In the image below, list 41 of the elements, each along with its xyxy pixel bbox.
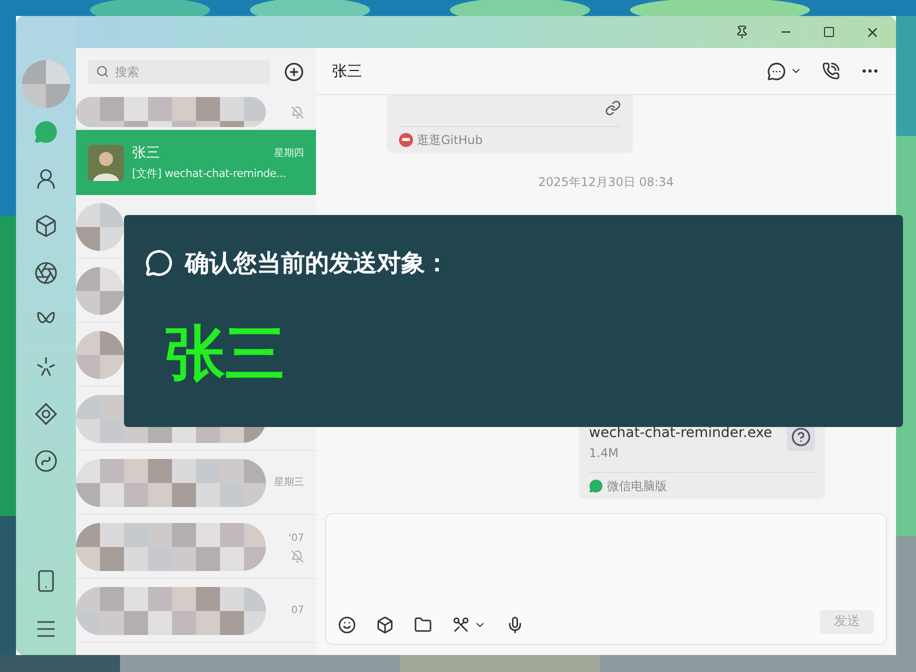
contact-avatar — [88, 144, 124, 180]
chat-list-item[interactable]: 张三 星期四 [文件] wechat-chat-reminde... — [76, 130, 316, 195]
link-icon — [605, 100, 621, 116]
search-field[interactable]: 搜索 — [88, 60, 270, 84]
microphone-icon[interactable] — [506, 616, 524, 634]
file-source: 微信电脑版 — [607, 478, 667, 495]
mosaic-blur — [76, 202, 124, 250]
aperture-icon[interactable] — [34, 261, 58, 285]
link-card[interactable]: 逛逛GitHub — [387, 95, 633, 153]
link-source: 逛逛GitHub — [417, 132, 483, 149]
mosaic-blur — [76, 330, 124, 378]
sparkle-icon[interactable] — [34, 355, 58, 379]
cube-icon[interactable] — [34, 214, 58, 238]
folder-icon[interactable] — [414, 616, 432, 634]
contacts-icon[interactable] — [34, 167, 58, 191]
chat-time: '07 — [288, 532, 304, 546]
timestamp: 2025年12月30日 08:34 — [538, 174, 674, 191]
message-preview: [文件] wechat-chat-reminde... — [132, 166, 287, 182]
chat-time: 星期三 — [274, 476, 304, 490]
cube-icon[interactable] — [376, 616, 394, 634]
chat-time: 星期四 — [274, 146, 304, 161]
add-icon[interactable] — [284, 62, 304, 82]
overlay-title: 确认您当前的发送对象： — [185, 248, 449, 279]
wechat-icon — [589, 479, 603, 493]
file-size: 1.4M — [589, 445, 620, 462]
file-name: wechat-chat-reminder.exe — [589, 424, 772, 443]
scissors-icon[interactable] — [452, 616, 470, 634]
search-icon — [96, 65, 109, 78]
maximize-icon[interactable] — [823, 26, 835, 38]
mosaic-blur — [22, 60, 70, 108]
chat-bubble-icon — [145, 249, 173, 277]
chat-time: 07 — [291, 604, 304, 618]
call-icon[interactable] — [822, 62, 840, 80]
emoji-icon[interactable] — [338, 616, 356, 634]
send-target-name: 张三 — [165, 321, 285, 387]
contact-name: 张三 — [132, 144, 160, 163]
pin-icon[interactable] — [735, 25, 749, 39]
chat-title: 张三 — [332, 60, 362, 82]
chat-bubble-icon[interactable] — [767, 62, 786, 80]
link-circle-icon[interactable] — [34, 449, 58, 473]
diamond-icon[interactable] — [34, 402, 58, 426]
